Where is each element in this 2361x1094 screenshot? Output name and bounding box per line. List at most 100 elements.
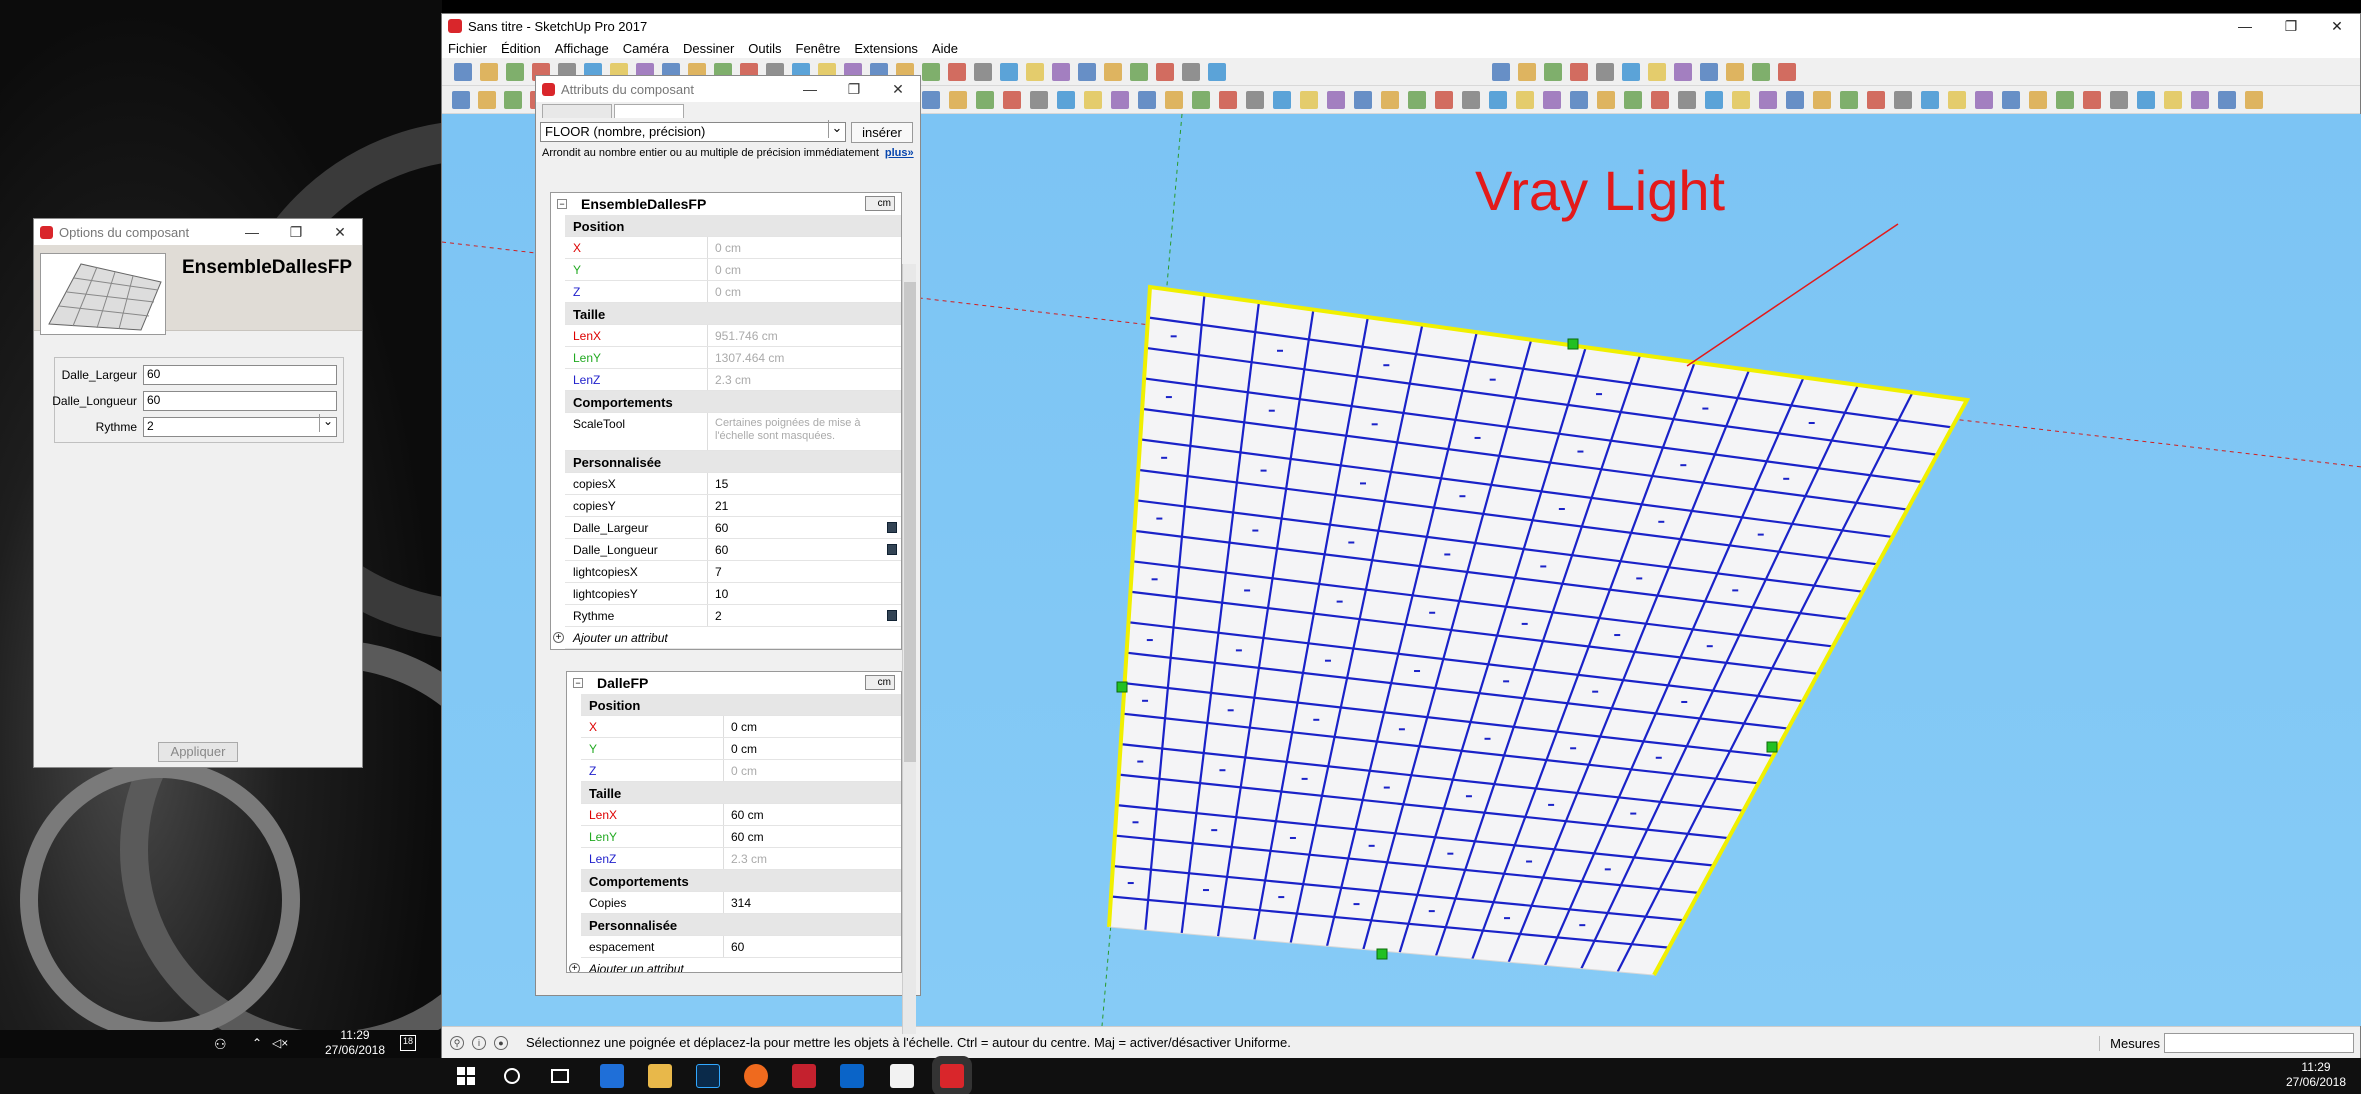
toolbar-tool-icon[interactable] [2191,91,2209,109]
left-clock[interactable]: 11:29 27/06/2018 [320,1028,390,1058]
attribute-value[interactable]: 0 cm [731,742,901,756]
toolbar-tool-icon[interactable] [1489,91,1507,109]
tab-display[interactable] [542,104,612,118]
toolbar-tool-icon[interactable] [2137,91,2155,109]
autocad-icon[interactable] [792,1064,816,1088]
toolbar-tool-icon[interactable] [1104,63,1122,81]
toolbar-tool-icon[interactable] [1003,91,1021,109]
toolbar-tool-icon[interactable] [1752,63,1770,81]
toolbar-tool-icon[interactable] [1651,91,1669,109]
edit-options-icon[interactable] [887,544,897,555]
tab-functions[interactable] [614,104,684,118]
restore-button[interactable]: ❐ [2268,14,2314,38]
toolbar-tool-icon[interactable] [1246,91,1264,109]
toolbar-tool-icon[interactable] [922,91,940,109]
toolbar-tool-icon[interactable] [948,63,966,81]
attribute-value[interactable]: 7 [715,565,901,579]
toolbar-tool-icon[interactable] [1867,91,1885,109]
options-maximize-button[interactable]: ❐ [274,219,318,245]
outlook-icon[interactable] [840,1064,864,1088]
toolbar-tool-icon[interactable] [452,91,470,109]
toolbar-tool-icon[interactable] [1975,91,1993,109]
edit-options-icon[interactable] [887,522,897,533]
chevron-up-icon[interactable]: ⌃ [252,1036,262,1050]
toolbar-tool-icon[interactable] [1570,63,1588,81]
toolbar-tool-icon[interactable] [1622,63,1640,81]
toolbar-tool-icon[interactable] [478,91,496,109]
insert-button[interactable]: insérer [851,122,913,143]
menu-fichier[interactable]: Fichier [448,41,487,56]
toolbar-tool-icon[interactable] [1813,91,1831,109]
toolbar-tool-icon[interactable] [1156,63,1174,81]
toolbar-tool-icon[interactable] [1921,91,1939,109]
attribute-value[interactable]: 21 [715,499,901,513]
menu-dessiner[interactable]: Dessiner [683,41,734,56]
toolbar-tool-icon[interactable] [949,91,967,109]
windows-icon[interactable] [454,1064,478,1088]
toolbar-tool-icon[interactable] [1026,63,1044,81]
people-icon[interactable]: ⚇ [214,1036,227,1053]
toolbar-tool-icon[interactable] [1570,91,1588,109]
toolbar-tool-icon[interactable] [922,63,940,81]
search-icon[interactable] [500,1064,524,1088]
add-attribute-icon[interactable]: + [553,632,564,643]
menu-outils[interactable]: Outils [748,41,781,56]
toolbar-tool-icon[interactable] [1516,91,1534,109]
user-icon[interactable]: ● [494,1035,508,1050]
toolbar-tool-icon[interactable] [1000,63,1018,81]
toolbar-tool-icon[interactable] [1597,91,1615,109]
toolbar-tool-icon[interactable] [1700,63,1718,81]
toolbar-tool-icon[interactable] [1778,63,1796,81]
dalle-largeur-input[interactable]: 60 [143,365,337,385]
notification-icon[interactable]: 18 [400,1035,416,1051]
toolbar-tool-icon[interactable] [1948,91,1966,109]
toolbar-tool-icon[interactable] [1273,91,1291,109]
volume-icon[interactable]: ◁× [272,1036,288,1050]
toolbar-tool-icon[interactable] [504,91,522,109]
edit-options-icon[interactable] [887,610,897,621]
toolbar-tool-icon[interactable] [1840,91,1858,109]
toolbar-tool-icon[interactable] [1624,91,1642,109]
more-link[interactable]: plus» [885,147,914,159]
credits-icon[interactable]: i [472,1035,486,1050]
system-clock[interactable]: 11:29 27/06/2018 [2280,1060,2352,1090]
attributes-close-button[interactable]: ✕ [876,76,920,102]
toolbar-tool-icon[interactable] [1678,91,1696,109]
toolbar-tool-icon[interactable] [1192,91,1210,109]
toolbar-tool-icon[interactable] [1078,63,1096,81]
attribute-value[interactable]: 60 cm [731,808,901,822]
toolbar-tool-icon[interactable] [1030,91,1048,109]
toolbar-tool-icon[interactable] [1726,63,1744,81]
geolocation-icon[interactable]: ⚲ [450,1035,464,1050]
menu-edition[interactable]: Édition [501,41,541,56]
add-attribute-icon[interactable]: + [569,963,580,972]
collapse-toggle[interactable]: − [557,199,567,209]
apply-button[interactable]: Appliquer [158,742,238,762]
toolbar-tool-icon[interactable] [1327,91,1345,109]
menu-camera[interactable]: Caméra [623,41,669,56]
toolbar-tool-icon[interactable] [2110,91,2128,109]
firefox-icon[interactable] [744,1064,768,1088]
toolbar-tool-icon[interactable] [1381,91,1399,109]
toolbar-tool-icon[interactable] [1674,63,1692,81]
unit-toggle-button[interactable]: cm [865,196,895,211]
file-explorer-icon[interactable] [648,1064,672,1088]
toolbar-tool-icon[interactable] [1084,91,1102,109]
menu-fenetre[interactable]: Fenêtre [796,41,841,56]
toolbar-tool-icon[interactable] [1492,63,1510,81]
toolbar-tool-icon[interactable] [1138,91,1156,109]
toolbar-tool-icon[interactable] [1543,91,1561,109]
toolbar-tool-icon[interactable] [1165,91,1183,109]
toolbar-tool-icon[interactable] [1786,91,1804,109]
task-view-icon[interactable] [548,1064,572,1088]
toolbar-tool-icon[interactable] [1182,63,1200,81]
rythme-select[interactable]: 2 [143,414,337,437]
measurements-input[interactable] [2164,1033,2354,1053]
toolbar-tool-icon[interactable] [1057,91,1075,109]
options-minimize-button[interactable]: — [230,219,274,245]
toolbar-tool-icon[interactable] [1435,91,1453,109]
toolbar-tool-icon[interactable] [1518,63,1536,81]
attribute-value[interactable]: 15 [715,477,901,491]
attribute-value[interactable]: 60 [731,940,901,954]
menu-affichage[interactable]: Affichage [555,41,609,56]
